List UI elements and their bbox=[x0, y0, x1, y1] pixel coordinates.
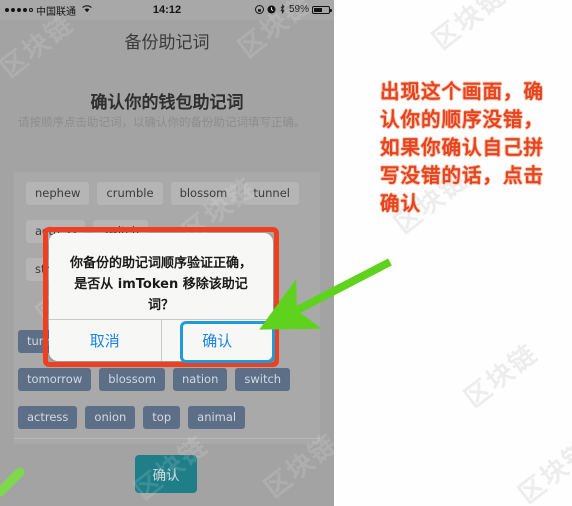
rotation-lock-icon bbox=[254, 4, 264, 16]
dialog-red-highlight-box bbox=[43, 227, 279, 367]
mnemonic-chip-onion[interactable]: onion bbox=[85, 406, 136, 429]
watermark: 区块链 bbox=[427, 0, 512, 57]
mnemonic-chip-row: nephew crumble blossom tunnel bbox=[26, 182, 299, 205]
mnemonic-chip-tunnel[interactable]: tunnel bbox=[244, 182, 299, 205]
bluetooth-icon bbox=[279, 4, 286, 16]
mnemonic-chip-actress[interactable]: actress bbox=[18, 406, 78, 429]
mnemonic-chip-blossom[interactable]: blossom bbox=[170, 182, 237, 205]
page-heading: 确认你的钱包助记词 bbox=[90, 93, 244, 113]
status-bar-right: 59% bbox=[254, 4, 332, 16]
page-confirm-button[interactable]: 确认 bbox=[135, 455, 197, 493]
mnemonic-chip-top[interactable]: top bbox=[143, 406, 181, 429]
battery-percent-label: 59% bbox=[288, 4, 309, 15]
mnemonic-chip-crumble[interactable]: crumble bbox=[97, 182, 163, 205]
annotation-text: 出现这个画面，确认你的顺序没错，如果你确认自己拼写没错的话，点击确认 bbox=[380, 80, 545, 215]
nav-title: 备份助记词 bbox=[124, 32, 210, 53]
status-bar: 中国联通 14:12 59% bbox=[0, 0, 334, 20]
mnemonic-chip-row: actress onion top animal bbox=[18, 406, 246, 429]
alarm-icon bbox=[267, 5, 276, 16]
page-subtext: 请按顺序点击助记词，以确认你的备份助记词填写正确。 bbox=[18, 115, 306, 129]
watermark: 区块链 bbox=[459, 338, 544, 415]
mnemonic-chip-blossom[interactable]: blossom bbox=[99, 368, 165, 391]
watermark: 区块链 bbox=[513, 434, 572, 506]
mnemonic-chip-animal[interactable]: animal bbox=[188, 406, 246, 429]
mnemonic-chip-nation[interactable]: nation bbox=[173, 368, 228, 391]
battery-icon bbox=[312, 6, 332, 14]
screenshot-root: 中国联通 14:12 59% 备份助记词 确认你的钱包助记词 请按顺序点击助记词… bbox=[0, 0, 572, 506]
mnemonic-chip-row: tomorrow blossom nation switch bbox=[18, 368, 291, 391]
mnemonic-chip-nephew[interactable]: nephew bbox=[26, 182, 90, 205]
mnemonic-chip-switch[interactable]: switch bbox=[235, 368, 291, 391]
board-divider bbox=[14, 438, 320, 439]
mnemonic-chip-tomorrow[interactable]: tomorrow bbox=[18, 368, 92, 391]
